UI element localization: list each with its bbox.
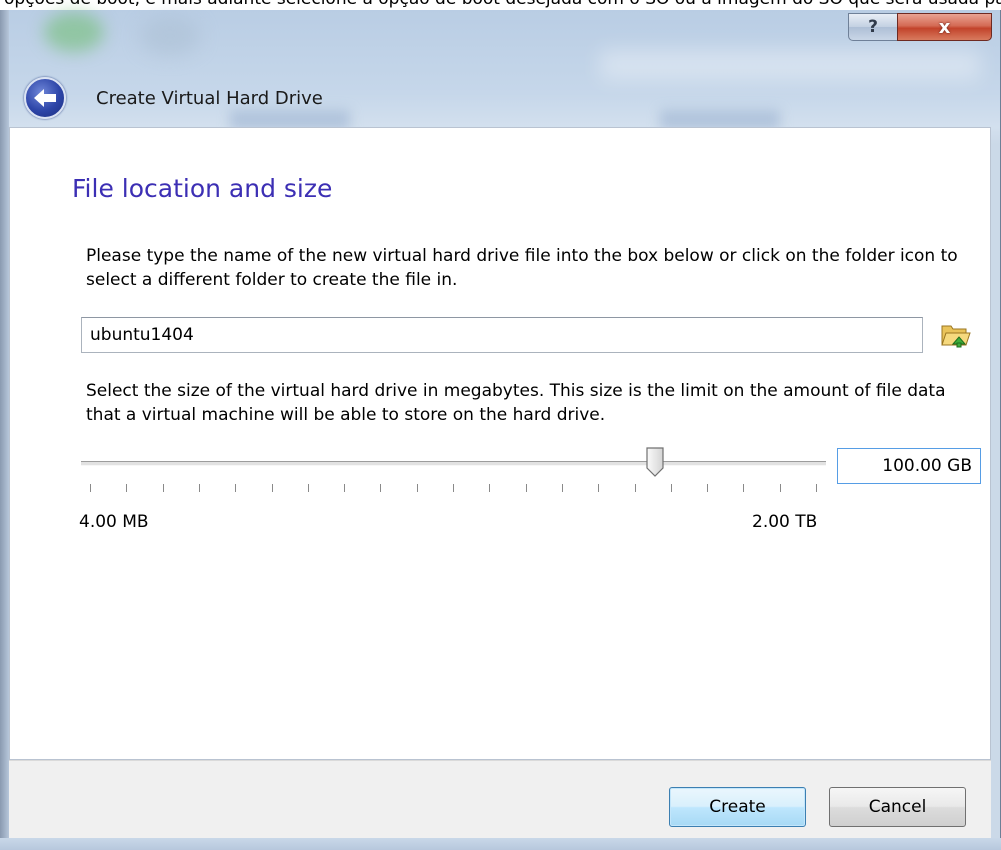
help-button[interactable]: ?	[848, 13, 898, 41]
slider-tick	[489, 484, 491, 492]
background-text-strip: opções de boot, e mais adiante selecione…	[0, 0, 1001, 10]
size-slider-track[interactable]	[81, 461, 826, 466]
window-left-frame	[0, 10, 9, 850]
slider-tick	[779, 484, 781, 492]
wizard-page: File location and size Please type the n…	[9, 127, 991, 760]
slider-tick	[235, 484, 237, 492]
choose-folder-button[interactable]	[939, 320, 971, 350]
help-icon: ?	[868, 17, 878, 37]
slider-tick	[380, 484, 382, 492]
create-button[interactable]: Create	[669, 787, 806, 827]
slider-tick	[707, 484, 709, 492]
back-arrow-icon	[34, 89, 56, 107]
slider-tick	[598, 484, 600, 492]
window-bottom-frame	[0, 838, 1001, 850]
slider-tick	[344, 484, 346, 492]
button-bar: Create Cancel	[9, 760, 991, 838]
close-button[interactable]: x	[897, 13, 992, 41]
slider-tick	[307, 484, 309, 492]
file-name-input[interactable]	[81, 317, 923, 353]
size-slider-thumb[interactable]	[645, 447, 665, 477]
slider-tick	[743, 484, 745, 492]
glass-decoration	[600, 50, 980, 80]
slider-tick	[453, 484, 454, 492]
slider-tick	[816, 484, 817, 492]
slider-max-label: 2.00 TB	[752, 512, 818, 532]
cancel-button[interactable]: Cancel	[829, 787, 966, 827]
size-description: Select the size of the virtual hard driv…	[86, 381, 946, 425]
slider-tick	[162, 484, 164, 492]
slider-tick	[525, 484, 527, 492]
slider-tick	[561, 484, 563, 492]
slider-min-label: 4.00 MB	[79, 512, 149, 532]
background-text: opções de boot, e mais adiante selecione…	[4, 0, 1001, 9]
size-input[interactable]	[837, 448, 981, 484]
location-description: Please type the name of the new virtual …	[86, 246, 958, 290]
close-icon: x	[938, 16, 951, 38]
slider-tick	[416, 484, 418, 492]
slider-tick	[634, 484, 636, 492]
page-heading: File location and size	[72, 174, 333, 203]
window-title: Create Virtual Hard Drive	[96, 88, 323, 109]
slider-tick	[90, 484, 91, 492]
back-button[interactable]	[24, 77, 66, 119]
slider-tick	[271, 484, 273, 492]
slider-tick	[670, 484, 672, 492]
glass-decoration	[44, 12, 104, 52]
slider-tick	[126, 484, 128, 492]
glass-decoration	[140, 16, 200, 56]
folder-open-icon	[941, 325, 971, 348]
slider-tick	[198, 484, 200, 492]
